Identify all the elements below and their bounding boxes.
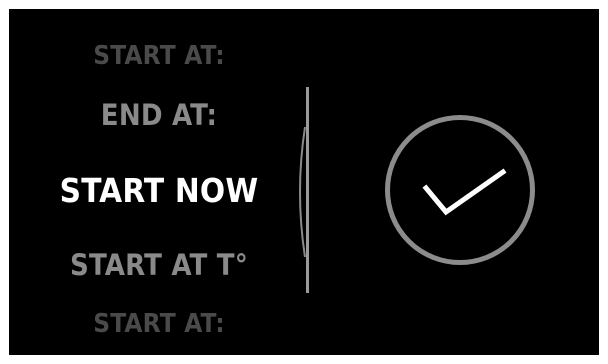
checkmark-icon <box>422 168 507 216</box>
confirm-button[interactable] <box>385 115 535 265</box>
picker-option-start-at-lower[interactable]: START AT: <box>9 309 309 339</box>
picker-option-start-now-selected[interactable]: START NOW <box>9 171 309 210</box>
picker-option-start-at[interactable]: START AT: <box>9 41 309 71</box>
device-screen: START AT: END AT: START NOW START AT T° … <box>9 9 599 355</box>
vertical-divider <box>306 87 309 293</box>
picker-option-start-at-temperature[interactable]: START AT T° <box>9 248 309 282</box>
start-mode-picker[interactable]: START AT: END AT: START NOW START AT T° … <box>9 9 309 355</box>
picker-option-end-at[interactable]: END AT: <box>9 98 309 132</box>
